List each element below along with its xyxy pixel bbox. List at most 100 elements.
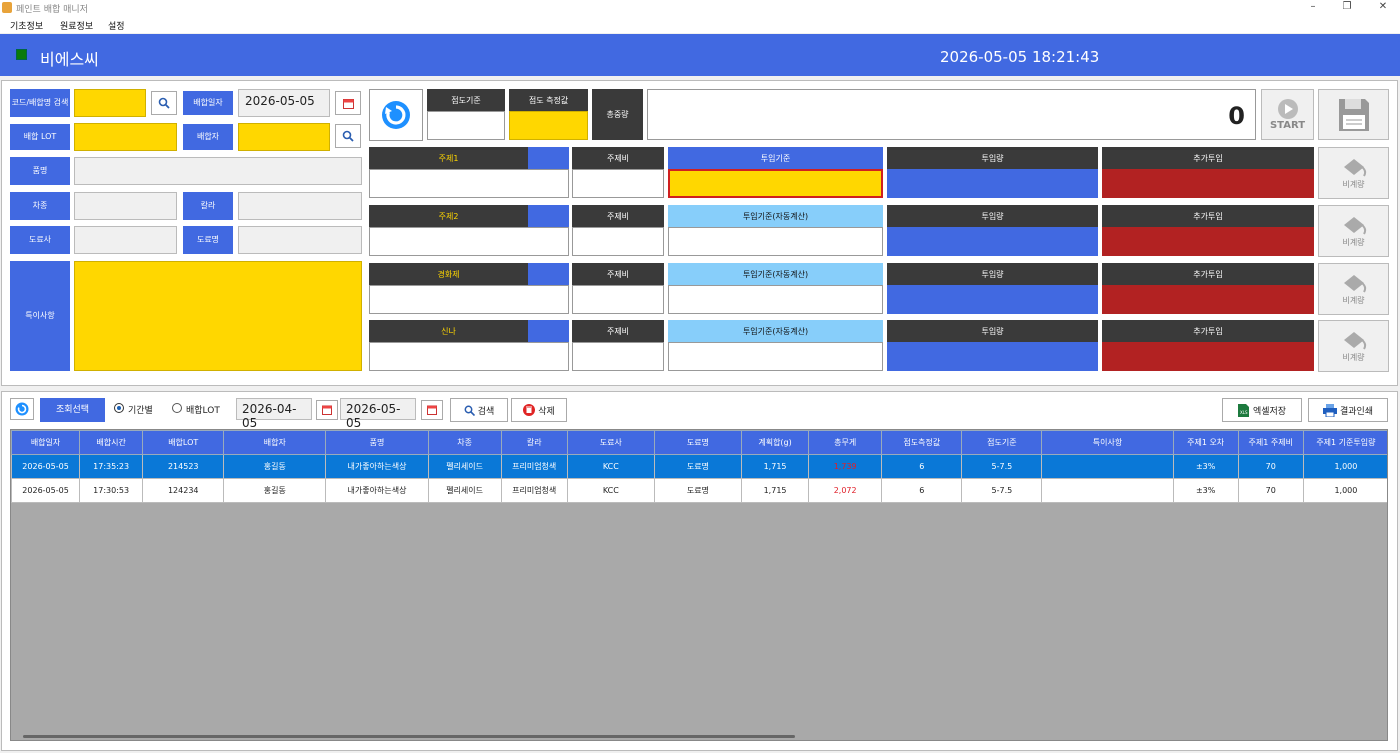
menu-item-material[interactable]: 원료정보 [60,19,93,32]
calendar-icon [342,98,354,109]
table-cell: 1,000 [1302,478,1387,503]
excel-save-button[interactable]: XLS 엑셀저장 [1222,398,1302,422]
lot-radio[interactable] [172,403,182,413]
menu-item-settings[interactable]: 설정 [108,19,125,32]
period-radio[interactable] [114,403,124,413]
query-refresh-button[interactable] [10,398,34,420]
column-header[interactable]: 차종 [427,430,502,455]
table-cell: 124234 [142,478,225,503]
manual-weigh-label: 비계량 [1342,295,1365,305]
ingredient-name-label: 주제1 [369,147,528,169]
refresh-button[interactable] [369,89,423,141]
column-header[interactable]: 배합자 [223,430,327,455]
mixer-search-button[interactable] [335,124,361,148]
table-cell: 내가좋아하는색상 [325,478,429,503]
ingredient-name-cap [528,320,569,342]
search-query-button[interactable]: 검색 [450,398,508,422]
ratio-label: 주제비 [572,263,664,285]
search-icon [464,405,475,416]
paint-bucket-icon [1343,331,1366,350]
table-cell: 17:35:23 [79,454,144,479]
input-amount-label: 투입량 [887,147,1098,169]
ratio-field [572,169,664,198]
excel-icon: XLS [1237,403,1249,417]
refresh-icon [15,402,29,416]
table-cell: 2026-05-05 [11,478,81,503]
delete-button[interactable]: 삭제 [511,398,567,422]
column-header[interactable]: 점도측정값 [881,430,963,455]
save-button[interactable] [1318,89,1389,140]
column-header[interactable]: 배합시간 [79,430,144,455]
results-grid: 배합일자 배합시간 배합LOT 배합자 품명 차종 칼라 도료사 도료명 계획합(g) 총무게 점도측… [10,429,1388,741]
print-button[interactable]: 결과인쇄 [1308,398,1388,422]
ingredient-name-field [369,169,569,198]
date-to-field[interactable]: 2026-05-05 [340,398,416,430]
extra-input-label: 추가투입 [1102,320,1314,342]
manual-weigh-button[interactable]: 비계량 [1318,320,1389,372]
viscosity-std-field [427,111,505,140]
column-header[interactable]: 배합일자 [11,430,81,455]
start-button[interactable]: START [1261,89,1314,140]
table-cell: 70 [1237,454,1304,479]
mixer-input[interactable] [238,123,330,151]
notes-label: 특이사항 [10,261,70,371]
play-icon [1277,99,1298,119]
column-header[interactable]: 계획합(g) [740,430,810,455]
ingredient-name-cap [528,205,569,227]
manual-weigh-label: 비계량 [1342,237,1365,247]
column-header[interactable]: 총무게 [808,430,883,455]
manual-weigh-button[interactable]: 비계량 [1318,147,1389,199]
lot-label: 배합 LOT [10,124,70,150]
date-from-calendar-button[interactable] [316,400,338,420]
column-header[interactable]: 도료사 [566,430,655,455]
search-button[interactable] [151,91,177,115]
table-cell: KCC [566,454,655,479]
input-standard-label: 투입기준(자동계산) [668,320,883,342]
column-header[interactable]: 주제1 주제비 [1237,430,1304,455]
table-row[interactable]: 2026-05-05 17:35:23 214523 홍길동 내가좋아하는색상 펠리세이드… [11,454,1387,479]
input-standard-field[interactable] [668,169,883,198]
horizontal-scrollbar[interactable] [23,735,795,738]
viscosity-measured-input[interactable] [509,111,588,140]
table-cell: KCC [566,478,655,503]
lot-input[interactable] [74,123,177,151]
manual-weigh-button[interactable]: 비계량 [1318,263,1389,315]
app-icon [2,2,12,13]
mix-date-calendar-button[interactable] [335,91,361,115]
code-search-input[interactable] [74,89,146,117]
ratio-field [572,342,664,371]
period-radio-label: 기간별 [128,406,153,416]
table-cell: 홍길동 [223,454,327,479]
column-header[interactable]: 도료명 [653,430,743,455]
minimize-button[interactable]: – [1306,1,1320,12]
maximize-button[interactable]: ❐ [1340,1,1354,12]
column-header[interactable]: 점도기준 [961,430,1043,455]
extra-input-label: 추가투입 [1102,263,1314,285]
column-header[interactable]: 배합LOT [142,430,225,455]
close-button[interactable]: ✕ [1376,1,1390,12]
column-header[interactable]: 주제1 기준투입량 [1302,430,1387,455]
mix-date-label: 배합일자 [183,91,233,115]
ingredient-name-field [369,285,569,314]
extra-input-label: 추가투입 [1102,205,1314,227]
manual-weigh-button[interactable]: 비계량 [1318,205,1389,257]
column-header[interactable]: 주제1 오차 [1172,430,1239,455]
date-to-calendar-button[interactable] [421,400,443,420]
input-amount-field [887,342,1098,371]
column-header[interactable]: 품명 [325,430,429,455]
column-header[interactable]: 특이사항 [1041,430,1174,455]
title-bar: 페인트 배합 매니저 – ❐ ✕ [0,0,1400,16]
table-cell: 17:30:53 [79,478,144,503]
column-header[interactable]: 칼라 [500,430,568,455]
table-row[interactable]: 2026-05-05 17:30:53 124234 홍길동 내가좋아하는색상 펠리세이드… [11,478,1387,503]
paint-name-label: 도료명 [183,226,233,254]
date-from-field[interactable]: 2026-04-05 [236,398,312,430]
mix-date-field[interactable]: 2026-05-05 [238,89,330,117]
query-select-label: 조회선택 [40,398,105,422]
table-cell [1041,454,1174,479]
datetime-display: 2026-05-05 18:21:43 [940,48,1100,66]
menu-item-basic[interactable]: 기초정보 [10,19,43,32]
notes-input[interactable] [74,261,362,371]
table-cell: 1,715 [740,478,810,503]
menu-bar: 기초정보 원료정보 설정 [0,16,1400,33]
